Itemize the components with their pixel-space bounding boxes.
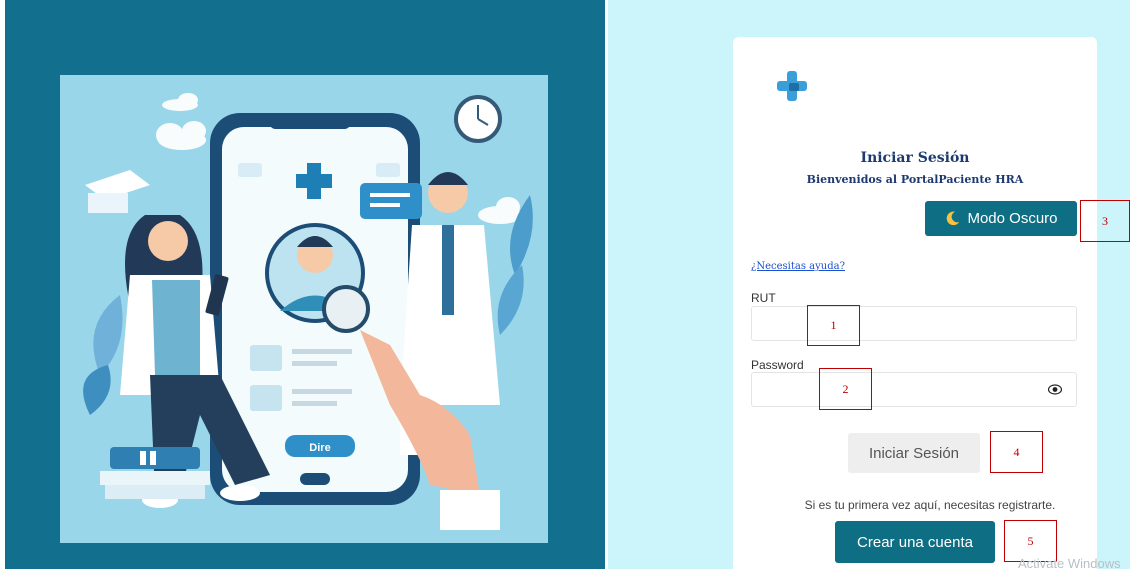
- dark-mode-label: Modo Oscuro: [967, 210, 1058, 227]
- moon-icon: [947, 211, 960, 226]
- hospital-logo: [777, 71, 807, 101]
- login-title: Iniciar Sesión: [860, 150, 970, 166]
- help-link[interactable]: ¿Necesitas ayuda?: [751, 261, 845, 272]
- annotation-label: 5: [1027, 533, 1034, 548]
- login-card: Iniciar Sesión Bienvenidos al PortalPaci…: [733, 37, 1097, 569]
- password-input[interactable]: [751, 372, 1077, 407]
- annotation-box-1: 1: [807, 305, 860, 346]
- login-panel: Iniciar Sesión Bienvenidos al PortalPaci…: [608, 0, 1130, 569]
- annotation-box-2: 2: [819, 368, 872, 410]
- telemedicine-illustration: Dire: [60, 75, 548, 543]
- rut-label: RUT: [751, 291, 776, 305]
- annotation-label: 2: [842, 381, 849, 396]
- register-prompt: Si es tu primera vez aquí, necesitas reg…: [804, 498, 1056, 512]
- annotation-box-4: 4: [990, 431, 1043, 473]
- login-subtitle: Bienvenidos al PortalPaciente HRA: [806, 173, 1024, 186]
- create-account-button[interactable]: Crear una cuenta: [835, 521, 995, 563]
- login-button[interactable]: Iniciar Sesión: [848, 433, 980, 473]
- show-password-eye-icon[interactable]: [1048, 384, 1062, 395]
- annotation-label: 1: [830, 318, 837, 332]
- rut-input[interactable]: [751, 306, 1077, 341]
- login-page: Dire Iniciar Sesión Bienvenidos al Porta…: [0, 0, 1130, 569]
- dark-mode-button[interactable]: Modo Oscuro: [925, 201, 1077, 236]
- annotation-label: 3: [1102, 213, 1108, 228]
- hero-illustration: Dire: [60, 75, 548, 543]
- annotation-label: 4: [1013, 444, 1020, 459]
- hero-panel: Dire: [5, 0, 605, 569]
- password-label: Password: [751, 358, 804, 372]
- hero-app-button-label: Dire: [309, 442, 330, 454]
- annotation-box-3: 3: [1080, 200, 1130, 242]
- windows-activation-watermark: Activate Windows: [1018, 556, 1121, 569]
